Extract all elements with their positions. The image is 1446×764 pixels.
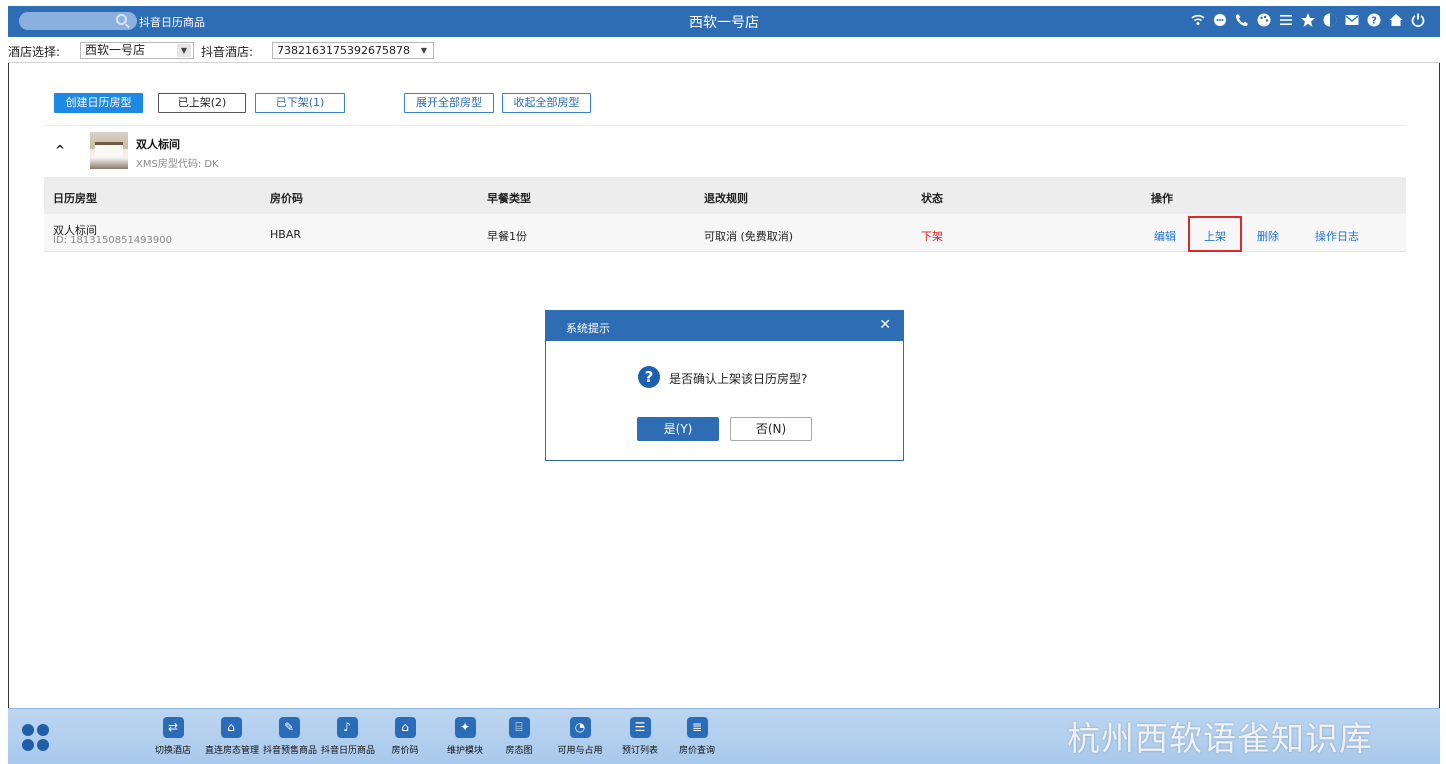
- menu-icon[interactable]: [1278, 12, 1294, 28]
- tiktok-icon: ♪: [336, 717, 358, 738]
- collapse-all-button[interactable]: 收起全部房型: [502, 93, 591, 113]
- wifi-icon[interactable]: [1190, 12, 1206, 28]
- home-icon: ⌂: [394, 717, 416, 738]
- doc-icon: ☰: [629, 717, 651, 738]
- table-row: 双人标间 ID: 1813150851493900 HBAR 早餐1份 可取消 …: [44, 214, 1406, 252]
- help-icon[interactable]: ?: [1366, 12, 1382, 28]
- douyin-hotel-label: 抖音酒店:: [201, 45, 254, 59]
- room-code: XMS房型代码: DK: [136, 159, 219, 170]
- table-header: 日历房型 房价码 早餐类型 退改规则 状态 操作: [44, 177, 1406, 214]
- taskbar-booking-list[interactable]: ☰ 预订列表: [620, 717, 660, 756]
- watermark: 杭州西软语雀知识库: [1067, 719, 1373, 758]
- taskbar-label: 房价码: [391, 746, 419, 756]
- col-actions: 操作: [1151, 192, 1173, 205]
- taskbar-label: 预订列表: [621, 746, 658, 756]
- taskbar-rate-query[interactable]: ≣ 房价查询: [677, 717, 717, 756]
- row-status: 下架: [921, 230, 943, 243]
- hotel-selector-row: 酒店选择: 西软一号店 ▼ 抖音酒店: 7382163175392675878 …: [8, 38, 1440, 63]
- taskbar-presale[interactable]: ✎ 抖音预售商品: [263, 717, 318, 756]
- douyin-hotel-select[interactable]: 7382163175392675878 ▼: [272, 42, 434, 59]
- taskbar-label: 抖音日历商品: [321, 746, 376, 756]
- listed-filter-button[interactable]: 已上架(2): [158, 93, 246, 113]
- row-room-id: ID: 1813150851493900: [53, 235, 172, 246]
- taskbar-label: 直连房态管理: [205, 746, 260, 756]
- dialog-title: 系统提示: [566, 322, 610, 335]
- room-thumbnail: [90, 132, 128, 169]
- taskbar-room-status[interactable]: ⌂ 直连房态管理: [205, 717, 260, 756]
- col-breakfast: 早餐类型: [487, 192, 531, 205]
- taskbar-availability[interactable]: ◔ 可用与占用: [556, 717, 604, 756]
- chevron-up-icon[interactable]: ^: [55, 143, 65, 157]
- close-icon[interactable]: ✕: [879, 317, 891, 333]
- taskbar-label: 维护模块: [446, 746, 483, 756]
- palette-icon[interactable]: [1256, 12, 1272, 28]
- expand-all-button[interactable]: 展开全部房型: [404, 93, 494, 113]
- row-cancel-rule: 可取消 (免费取消): [704, 230, 794, 243]
- taskbar-label: 切换酒店: [154, 746, 191, 756]
- operation-log-link[interactable]: 操作日志: [1315, 228, 1359, 244]
- no-button[interactable]: 否(N): [730, 417, 812, 441]
- taskbar-room-map[interactable]: ⌸ 房态图: [504, 717, 534, 756]
- yes-button[interactable]: 是(Y): [637, 417, 719, 441]
- room-name: 双人标间: [136, 138, 180, 151]
- taskbar-label: 房价查询: [678, 746, 715, 756]
- star-icon[interactable]: [1300, 12, 1316, 28]
- taskbar-rate-code[interactable]: ⌂ 房价码: [390, 717, 420, 756]
- question-icon: ?: [638, 366, 660, 388]
- home-icon[interactable]: [1388, 12, 1404, 28]
- power-icon[interactable]: [1410, 12, 1426, 28]
- chat-icon[interactable]: [1212, 12, 1228, 28]
- taskbar-maintenance[interactable]: ✦ 维护模块: [445, 717, 485, 756]
- hotel-select[interactable]: 西软一号店 ▼: [80, 42, 194, 59]
- confirm-dialog: 系统提示 ✕ ? 是否确认上架该日历房型? 是(Y) 否(N): [545, 310, 904, 461]
- query-icon: ≣: [686, 717, 708, 738]
- start-menu-icon[interactable]: [22, 724, 50, 752]
- dialog-header: 系统提示 ✕: [546, 311, 903, 341]
- unlisted-filter-button[interactable]: 已下架(1): [255, 93, 345, 113]
- taskbar-switch-hotel[interactable]: ⇄ 切换酒店: [153, 717, 193, 756]
- row-breakfast: 早餐1份: [487, 230, 527, 243]
- create-calendar-room-button[interactable]: 创建日历房型: [54, 93, 143, 113]
- delete-link[interactable]: 删除: [1257, 228, 1279, 244]
- title-bar: 抖音日历商品 西软一号店 ?: [8, 6, 1440, 37]
- col-rate-code: 房价码: [270, 192, 303, 205]
- taskbar-label: 抖音预售商品: [263, 746, 318, 756]
- hotel-select-value: 西软一号店: [85, 43, 146, 57]
- chevron-down-icon[interactable]: ▼: [177, 44, 191, 57]
- col-status: 状态: [921, 192, 943, 205]
- highlight-box: [1188, 216, 1242, 252]
- switch-icon: ⇄: [162, 717, 184, 738]
- row-rate-code: HBAR: [270, 228, 301, 241]
- hotel-select-label: 酒店选择:: [8, 45, 61, 59]
- svg-text:?: ?: [1371, 16, 1377, 27]
- mail-icon[interactable]: [1344, 12, 1360, 28]
- dialog-message: 是否确认上架该日历房型?: [669, 372, 808, 386]
- toolbar-icons: ?: [1190, 12, 1426, 28]
- chevron-down-icon[interactable]: ▼: [417, 44, 431, 57]
- pie-icon: ◔: [569, 717, 591, 738]
- col-cancel-rule: 退改规则: [704, 192, 748, 205]
- taskbar-label: 可用与占用: [557, 746, 603, 756]
- edit-link[interactable]: 编辑: [1154, 228, 1176, 244]
- contrast-icon[interactable]: [1322, 12, 1338, 28]
- taskbar-calendar-product[interactable]: ♪ 抖音日历商品: [321, 717, 376, 756]
- presale-icon: ✎: [278, 717, 300, 738]
- bank-icon: ⌸: [508, 717, 530, 738]
- phone-icon[interactable]: [1234, 12, 1250, 28]
- taskbar-label: 房态图: [505, 746, 533, 756]
- room-status-icon: ⌂: [220, 717, 242, 738]
- douyin-hotel-value: 7382163175392675878: [277, 44, 410, 57]
- wrench-icon: ✦: [454, 717, 476, 738]
- col-room-type: 日历房型: [53, 192, 97, 205]
- divider: [44, 125, 1406, 126]
